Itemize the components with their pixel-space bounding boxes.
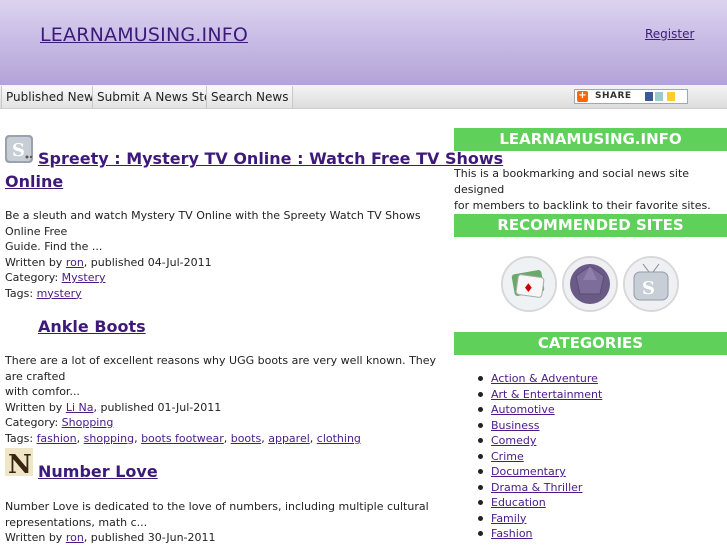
- sidebar-heading-categories: CATEGORIES: [454, 332, 727, 355]
- tags-label: Tags:: [5, 431, 37, 445]
- tag-link[interactable]: boots: [231, 432, 262, 445]
- list-item[interactable]: Art & Entertainment: [476, 387, 602, 403]
- svg-text:♦: ♦: [523, 281, 534, 295]
- post-title-number-love[interactable]: Number Love: [38, 460, 158, 483]
- written-by-label: Written by: [5, 255, 66, 269]
- number-love-thumbnail[interactable]: N: [5, 448, 33, 480]
- tag-link[interactable]: clothing: [317, 432, 361, 445]
- post-body-ankle-boots: There are a lot of excellent reasons why…: [5, 353, 445, 446]
- category-link[interactable]: Action & Adventure: [491, 372, 598, 385]
- register-link[interactable]: Register: [645, 27, 694, 41]
- post-byline: Written by ron, published 30-Jun-2011: [5, 530, 445, 545]
- plus-icon: +: [577, 90, 588, 102]
- post-title-spreety[interactable]: Spreety : Mystery TV Online : Watch Free…: [38, 147, 503, 170]
- share-label: SHARE: [595, 91, 632, 101]
- category-link[interactable]: Mystery: [62, 271, 106, 284]
- category-link[interactable]: Comedy: [491, 434, 536, 447]
- written-by-label: Written by: [5, 400, 66, 414]
- list-item[interactable]: Automotive: [476, 402, 602, 418]
- post-tags: Tags: fashion, shopping, boots footwear,…: [5, 431, 361, 445]
- category-label: Category:: [5, 416, 62, 429]
- spreety-thumbnail[interactable]: S: [5, 135, 33, 163]
- category-link[interactable]: Crime: [491, 450, 524, 463]
- publish-date: , published 30-Jun-2011: [83, 531, 216, 544]
- written-by-label: Written by: [5, 531, 66, 544]
- list-item[interactable]: Action & Adventure: [476, 371, 602, 387]
- post-tags: Tags: mystery: [5, 286, 445, 302]
- tag-link[interactable]: fashion: [37, 432, 77, 445]
- category-link[interactable]: Documentary: [491, 465, 566, 478]
- author-link[interactable]: ron: [66, 531, 84, 544]
- category-link[interactable]: Shopping: [62, 416, 114, 429]
- site-title-link[interactable]: LEARNAMUSING.INFO: [40, 24, 248, 46]
- category-link[interactable]: Automotive: [491, 403, 555, 416]
- author-link[interactable]: ron: [66, 256, 84, 269]
- category-link[interactable]: Family: [491, 512, 526, 525]
- list-item[interactable]: Documentary: [476, 464, 602, 480]
- category-link[interactable]: Art & Entertainment: [491, 388, 602, 401]
- category-link[interactable]: Fashion: [491, 527, 533, 540]
- svg-text:S: S: [12, 140, 25, 161]
- digg-icon: [655, 92, 663, 101]
- site-description: This is a bookmarking and social news si…: [454, 166, 724, 214]
- category-link[interactable]: Education: [491, 496, 546, 509]
- tag-link[interactable]: shopping: [84, 432, 134, 445]
- delicious-icon: [645, 92, 653, 101]
- category-link[interactable]: Drama & Thriller: [491, 481, 582, 494]
- post-excerpt-2: with comfor...: [5, 385, 80, 398]
- category-list: Action & Adventure Art & Entertainment A…: [476, 371, 602, 542]
- author-link[interactable]: Li Na: [66, 401, 94, 414]
- post-byline: Written by Li Na, published 01-Jul-2011: [5, 400, 445, 416]
- sidebar-heading-site: LEARNAMUSING.INFO: [454, 128, 727, 151]
- tag-link[interactable]: mystery: [37, 287, 82, 300]
- nav-published-news[interactable]: Published News: [1, 86, 106, 108]
- list-item[interactable]: Business: [476, 418, 602, 434]
- post-excerpt-2: Guide. Find the ...: [5, 240, 103, 253]
- list-item[interactable]: Family: [476, 511, 602, 527]
- list-item[interactable]: Comedy: [476, 433, 602, 449]
- list-item[interactable]: Drama & Thriller: [476, 480, 602, 496]
- recommended-site-spreety[interactable]: S: [623, 256, 679, 312]
- nav-search-news[interactable]: Search News: [206, 86, 294, 108]
- post-category: Category: Mystery: [5, 270, 445, 286]
- post-title-spreety-line2[interactable]: Online: [5, 170, 63, 193]
- post-body-number-love: Number Love is dedicated to the love of …: [5, 499, 445, 545]
- list-item[interactable]: Fashion: [476, 526, 602, 542]
- site-description-line1: This is a bookmarking and social news si…: [454, 167, 690, 196]
- post-byline: Written by ron, published 04-Jul-2011: [5, 255, 445, 271]
- stumble-icon: [667, 92, 675, 101]
- site-header: LEARNAMUSING.INFO Register: [0, 0, 727, 85]
- svg-text:N: N: [8, 450, 32, 476]
- publish-date: , published 04-Jul-2011: [83, 255, 212, 269]
- post-body-spreety: Be a sleuth and watch Mystery TV Online …: [5, 208, 445, 301]
- publish-date: , published 01-Jul-2011: [93, 400, 222, 414]
- post-excerpt: Number Love is dedicated to the love of …: [5, 500, 429, 513]
- post-excerpt: There are a lot of excellent reasons why…: [5, 354, 437, 383]
- list-item[interactable]: Crime: [476, 449, 602, 465]
- post-excerpt: Be a sleuth and watch Mystery TV Online …: [5, 209, 421, 238]
- sidebar-heading-recommended: RECOMMENDED SITES: [454, 214, 727, 237]
- post-excerpt-2: representations, math c...: [5, 515, 148, 529]
- tag-link[interactable]: boots footwear: [141, 432, 224, 445]
- post-category: Category: Shopping: [5, 415, 445, 431]
- site-description-line2: for members to backlink to their favorit…: [454, 199, 711, 212]
- recommended-site-sphere[interactable]: [562, 256, 618, 312]
- recommended-site-cards[interactable]: ♦: [501, 256, 557, 312]
- tags-label: Tags:: [5, 286, 37, 300]
- share-button[interactable]: + SHARE: [574, 89, 688, 104]
- post-title-ankle-boots[interactable]: Ankle Boots: [38, 315, 146, 338]
- category-label: Category:: [5, 271, 62, 284]
- category-link[interactable]: Business: [491, 419, 540, 432]
- svg-text:S: S: [642, 278, 655, 299]
- tag-link[interactable]: apparel: [268, 432, 310, 445]
- list-item[interactable]: Education: [476, 495, 602, 511]
